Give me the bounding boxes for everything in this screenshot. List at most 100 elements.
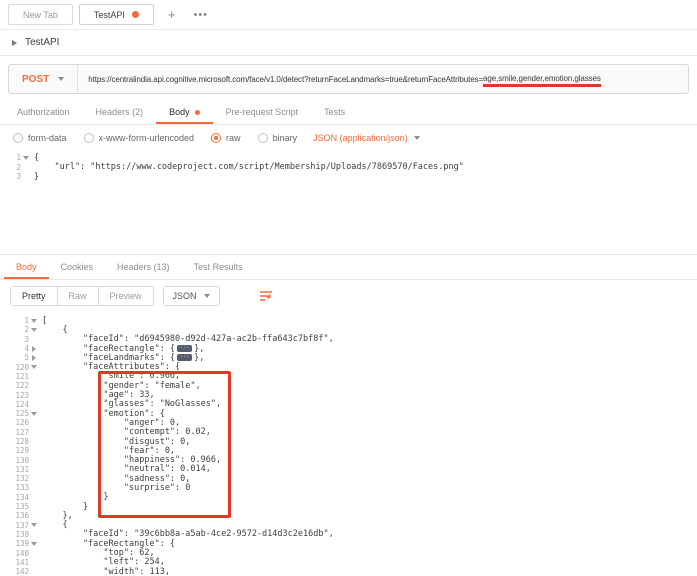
response-tabs: BodyCookiesHeaders (13)Test Results: [0, 254, 697, 280]
code-line: 128 "disgust": 0,: [0, 437, 697, 446]
fold-toggle-icon[interactable]: [29, 412, 38, 416]
code-line: 123 "age": 33,: [0, 390, 697, 399]
request-tab-tests[interactable]: Tests: [311, 100, 358, 124]
line-number: 124: [0, 400, 38, 409]
fold-toggle-icon[interactable]: [29, 328, 38, 332]
request-tab-pre-request-script[interactable]: Pre-request Script: [213, 100, 312, 124]
request-url-section: POST https://centralindia.api.cognitive.…: [0, 56, 697, 100]
url-text-highlight: age,smile,gender,emotion,glasses: [483, 74, 601, 84]
collapsed-block-icon[interactable]: ···: [177, 354, 192, 361]
window-tab-bar: New Tab TestAPI + •••: [0, 0, 697, 30]
body-type-raw[interactable]: raw: [211, 133, 241, 143]
request-tab-headers-2[interactable]: Headers (2): [83, 100, 157, 124]
code-line: 129 "fear": 0,: [0, 446, 697, 455]
body-type-row: form-datax-www-form-urlencodedrawbinary …: [0, 125, 697, 151]
fold-toggle-icon[interactable]: [29, 355, 38, 361]
line-number: 125: [0, 409, 38, 418]
line-number: 120: [0, 363, 38, 372]
content-type-selector[interactable]: JSON (application/json): [313, 133, 420, 143]
collapsed-block-icon[interactable]: ···: [177, 345, 192, 352]
radio-icon: [258, 133, 268, 143]
line-number: 129: [0, 446, 38, 455]
response-tab-headers-13[interactable]: Headers (13): [105, 255, 182, 279]
code-line: 124 "glasses": "NoGlasses",: [0, 400, 697, 409]
response-tab-body[interactable]: Body: [4, 255, 49, 279]
window-tab-new-tab[interactable]: New Tab: [8, 4, 73, 25]
tab-label: Tests: [324, 107, 345, 117]
body-type-x-www-form-urlencoded[interactable]: x-www-form-urlencoded: [84, 133, 195, 143]
line-number: 5: [0, 353, 38, 362]
tab-label: Headers (2): [96, 107, 144, 117]
response-tab-test-results[interactable]: Test Results: [182, 255, 255, 279]
wrap-text-icon[interactable]: [259, 290, 273, 302]
body-type-form-data[interactable]: form-data: [13, 133, 67, 143]
response-format-selector[interactable]: JSON: [163, 286, 220, 306]
response-body-viewer[interactable]: 1[2 {3 "faceId": "d6945980-d92d-427a-ac2…: [0, 312, 697, 576]
fold-toggle-icon[interactable]: [29, 346, 38, 352]
code-line: 2 "url": "https://www.codeproject.com/sc…: [0, 163, 697, 173]
line-number: 141: [0, 558, 38, 567]
radio-label: raw: [226, 133, 241, 143]
radio-label: x-www-form-urlencoded: [99, 133, 195, 143]
body-type-binary[interactable]: binary: [258, 133, 298, 143]
code-line: 138 "faceId": "39c6bb8a-a5ab-4ce2-9572-d…: [0, 530, 697, 539]
view-mode-preview[interactable]: Preview: [99, 287, 153, 305]
collection-expand-icon[interactable]: [12, 40, 17, 46]
code-line: 3}: [0, 172, 697, 182]
method-selector[interactable]: POST: [9, 65, 78, 93]
window-tab-testapi[interactable]: TestAPI: [79, 4, 154, 25]
tab-label: TestAPI: [94, 10, 125, 20]
request-tab-authorization[interactable]: Authorization: [4, 100, 83, 124]
view-mode-raw[interactable]: Raw: [58, 287, 99, 305]
unsaved-dot-icon: [132, 11, 139, 18]
view-mode-pretty[interactable]: Pretty: [11, 287, 58, 305]
url-input[interactable]: https://centralindia.api.cognitive.micro…: [78, 65, 688, 93]
request-body-editor[interactable]: 1{2 "url": "https://www.codeproject.com/…: [0, 151, 697, 254]
collection-header[interactable]: TestAPI: [0, 30, 697, 56]
radio-label: form-data: [28, 133, 67, 143]
line-number: 121: [0, 372, 38, 381]
fold-toggle-icon[interactable]: [29, 542, 38, 546]
tab-label: Pre-request Script: [226, 107, 299, 117]
line-number: 142: [0, 567, 38, 576]
line-number: 126: [0, 418, 38, 427]
code-line: 125 "emotion": {: [0, 409, 697, 418]
line-number: 4: [0, 344, 38, 353]
code-line: 3 "faceId": "d6945980-d92d-427a-ac2b-ffa…: [0, 335, 697, 344]
line-number: 1: [0, 153, 30, 162]
code-line: 142 "width": 113,: [0, 567, 697, 576]
code-line: 130 "happiness": 0.966,: [0, 455, 697, 464]
line-number: 130: [0, 456, 38, 465]
body-type-options: form-data x-www-form-urlencoded raw binary: [13, 133, 297, 143]
line-number: 122: [0, 381, 38, 390]
line-number: 1: [0, 316, 38, 325]
new-tab-button[interactable]: +: [162, 5, 182, 25]
chevron-down-icon: [58, 77, 64, 81]
tab-options-button[interactable]: •••: [189, 9, 212, 21]
code-line: 139 "faceRectangle": {: [0, 539, 697, 548]
method-label: POST: [22, 74, 49, 85]
tab-label: New Tab: [23, 10, 58, 20]
code-line: 1{: [0, 153, 697, 163]
fold-toggle-icon[interactable]: [29, 523, 38, 527]
response-tab-cookies[interactable]: Cookies: [49, 255, 106, 279]
fold-toggle-icon[interactable]: [29, 365, 38, 369]
code-line: 1[: [0, 316, 697, 325]
line-number: 2: [0, 325, 38, 334]
request-tab-body[interactable]: Body: [156, 100, 213, 124]
code-line: 126 "anger": 0,: [0, 418, 697, 427]
line-number: 133: [0, 483, 38, 492]
line-number: 132: [0, 474, 38, 483]
code-line: 137 {: [0, 521, 697, 530]
fold-toggle-icon[interactable]: [21, 156, 30, 160]
code-line: 122 "gender": "female",: [0, 381, 697, 390]
code-line: 120 "faceAttributes": {: [0, 362, 697, 371]
fold-toggle-icon[interactable]: [29, 319, 38, 323]
code-line: 127 "contempt": 0.02,: [0, 428, 697, 437]
radio-icon: [13, 133, 23, 143]
request-tabs: Authorization Headers (2) Body Pre-request …: [0, 100, 697, 125]
code-line: 2 {: [0, 325, 697, 334]
response-toolbar: PrettyRawPreview JSON: [0, 280, 697, 312]
chevron-down-icon: [204, 294, 210, 298]
line-number: 138: [0, 530, 38, 539]
